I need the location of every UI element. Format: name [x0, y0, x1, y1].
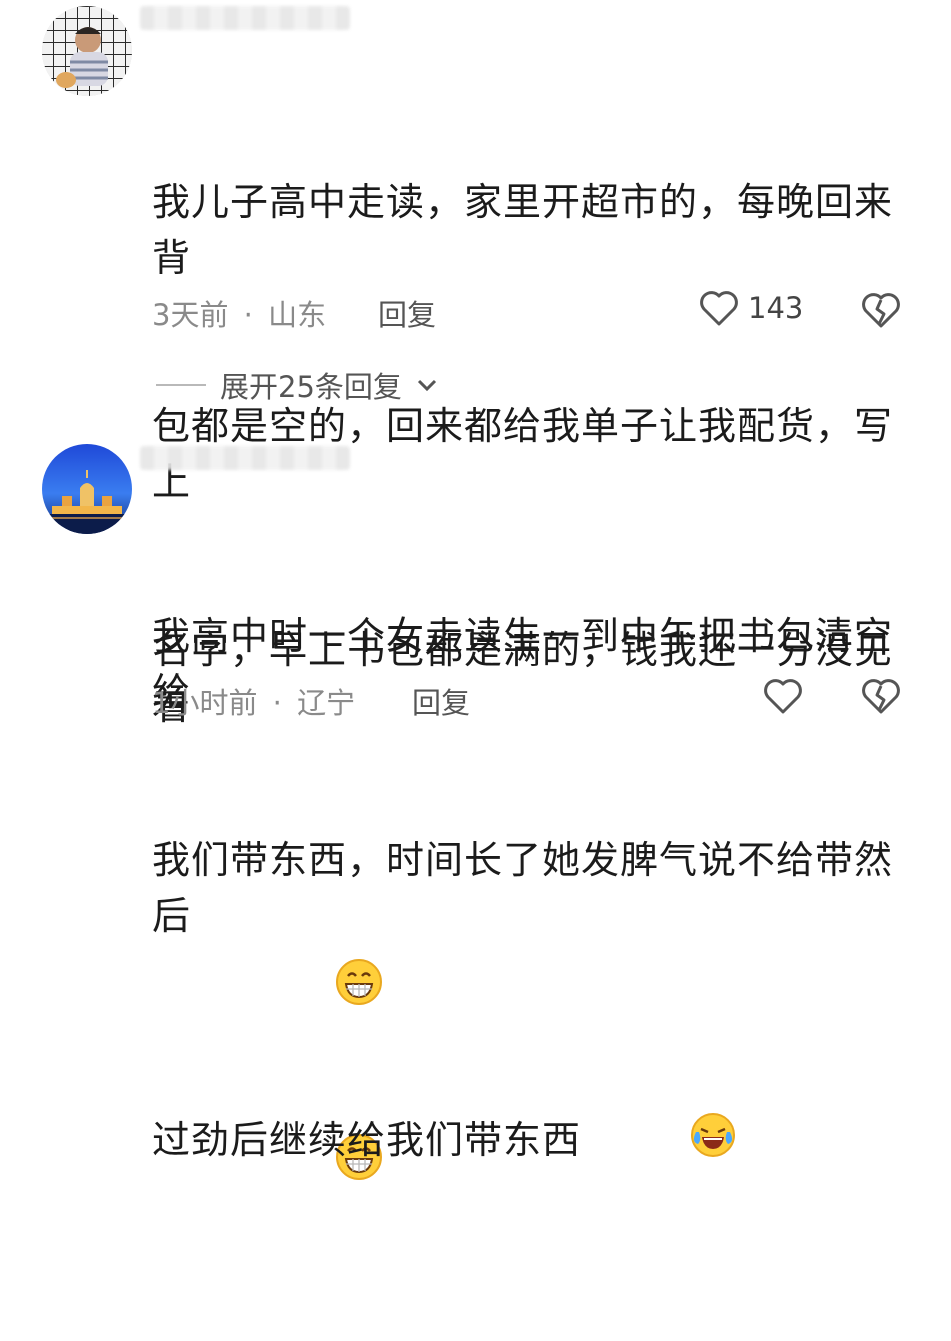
expand-replies-label: 展开25条回复 — [220, 370, 402, 404]
comment-2: 我高中时一个女走读生一到中午把书包清空给 我们带东西，时间长了她发脾气说不给带然… — [0, 430, 951, 1162]
comment-meta: 3天前 · 山东 — [152, 292, 326, 334]
comment-line: 过劲后继续给我们带东西 — [152, 1118, 582, 1162]
comment-line: 我们带东西，时间长了她发脾气说不给带然后 — [152, 838, 894, 938]
location: 山东 — [268, 298, 327, 332]
comment-line-with-emoji: 过劲后继续给我们带东西 — [152, 1056, 912, 1229]
heart-icon — [700, 291, 738, 326]
timestamp: 3天前 — [152, 298, 229, 332]
dislike-broken-heart-icon[interactable] — [860, 290, 902, 330]
dislike-broken-heart-icon[interactable] — [860, 676, 902, 716]
comment-1: 我儿子高中走读，家里开超市的，每晚回来背 包都是空的，回来都给我单子让我配货，写… — [0, 0, 951, 1180]
avatar[interactable] — [42, 444, 132, 534]
like-count: 143 — [748, 291, 804, 325]
laugh-cry-face-icon — [585, 1056, 736, 1229]
username-blurred[interactable] — [140, 446, 350, 470]
meta-separator: · — [243, 298, 253, 332]
avatar-child-photo — [42, 6, 132, 96]
location: 辽宁 — [297, 686, 356, 720]
avatar[interactable] — [42, 6, 132, 96]
like-button[interactable]: 143 — [698, 288, 803, 328]
comment-text: 我高中时一个女走读生一到中午把书包清空给 我们带东西，时间长了她发脾气说不给带然… — [152, 496, 912, 1341]
comment-line: 我儿子高中走读，家里开超市的，每晚回来背 — [152, 180, 894, 280]
chevron-down-icon — [417, 379, 436, 392]
username-blurred[interactable] — [140, 6, 350, 30]
heart-icon[interactable] — [762, 676, 804, 716]
meta-separator: · — [272, 686, 282, 720]
timestamp: 1小时前 — [152, 686, 258, 720]
divider-line — [156, 384, 206, 386]
comment-meta: 1小时前 · 辽宁 — [152, 680, 355, 722]
avatar-night-building-photo — [42, 444, 132, 534]
reply-button[interactable]: 回复 — [412, 680, 470, 722]
expand-replies-button[interactable]: 展开25条回复 — [156, 364, 438, 406]
reply-button[interactable]: 回复 — [378, 292, 436, 334]
